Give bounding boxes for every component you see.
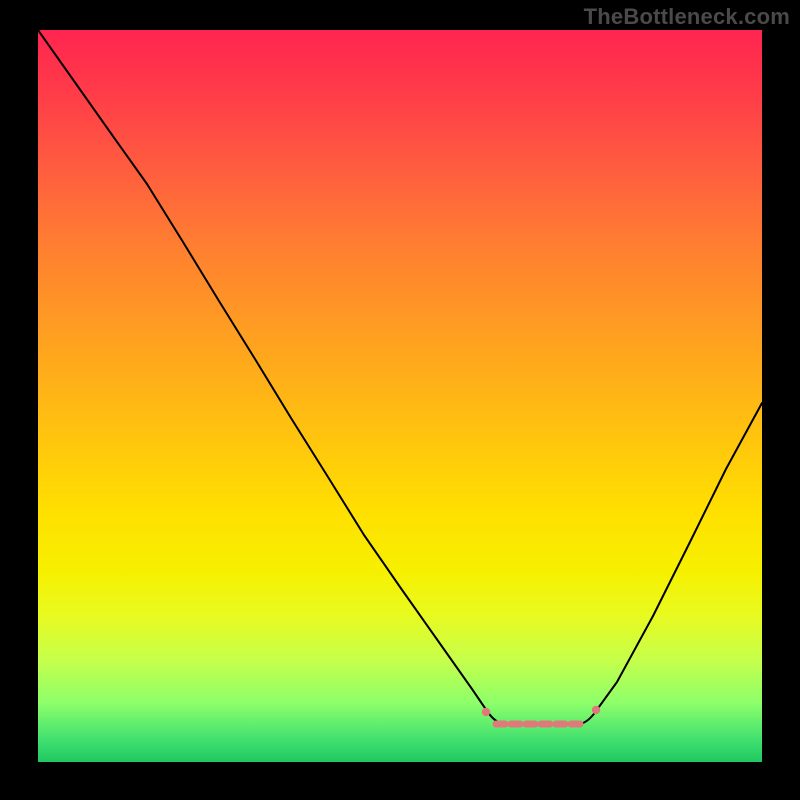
trough-dot-left bbox=[482, 708, 490, 716]
chart-frame: TheBottleneck.com bbox=[0, 0, 800, 800]
watermark-text: TheBottleneck.com bbox=[584, 4, 790, 30]
plot-area bbox=[38, 30, 762, 762]
trough-dot-right bbox=[592, 706, 600, 714]
bottleneck-curve bbox=[38, 30, 762, 762]
curve-path bbox=[38, 30, 762, 725]
